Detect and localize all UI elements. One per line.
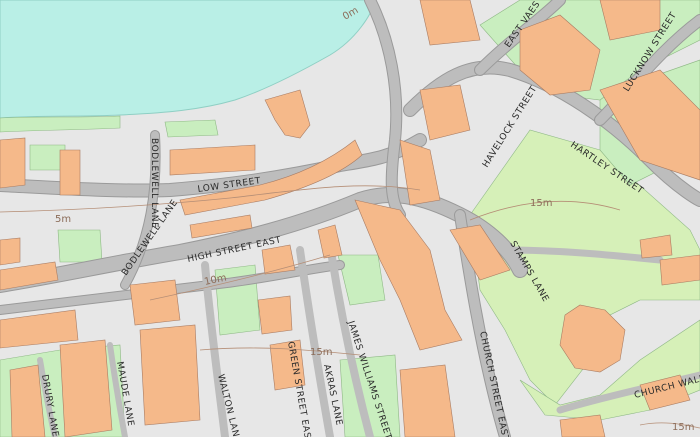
building <box>0 137 26 189</box>
label-bodlewell-lane-upper: BODLEWELL LANE <box>149 138 159 228</box>
building <box>129 279 181 326</box>
map-canvas[interactable]: 0m 5m 10m 15m 15m 15m EAST VAES LUCKNOW … <box>0 0 700 437</box>
building <box>0 237 21 266</box>
quay-green-strip-2 <box>164 119 219 138</box>
building <box>659 254 700 286</box>
building <box>419 0 481 46</box>
map-svg: 0m 5m 10m 15m 15m 15m EAST VAES LUCKNOW … <box>0 0 700 437</box>
building <box>169 144 256 176</box>
building-terrace-south-2 <box>59 339 113 437</box>
building <box>59 149 81 196</box>
contour-label-15m-park: 15m <box>530 198 552 209</box>
building-terrace-south <box>139 324 201 426</box>
green-block-west <box>57 229 103 263</box>
contour-label-5m: 5m <box>55 214 71 225</box>
building <box>399 364 456 437</box>
contour-label-15m: 15m <box>310 347 332 358</box>
contour-label-15m-se: 15m <box>672 422 694 433</box>
building <box>257 295 293 335</box>
